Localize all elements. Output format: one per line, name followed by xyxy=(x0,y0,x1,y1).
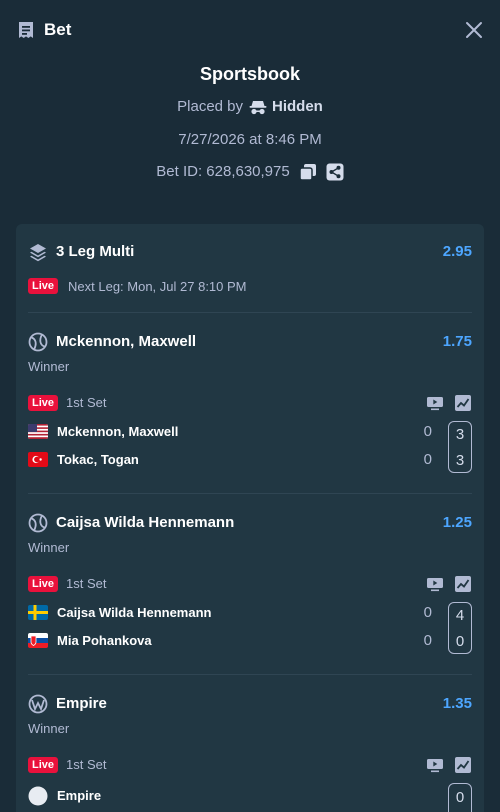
set-score-box: 4 0 xyxy=(448,602,472,654)
period-label: 1st Set xyxy=(66,757,107,772)
esports-icon xyxy=(28,694,48,714)
team-row: Empire xyxy=(28,786,472,806)
modal-title: Bet xyxy=(44,20,72,39)
placed-by-label: Placed by xyxy=(177,98,244,115)
close-icon[interactable] xyxy=(464,20,484,40)
leg-name: Caijsa Wilda Hennemann xyxy=(56,514,235,531)
set-score-box: 0 xyxy=(448,783,472,812)
period-label: 1st Set xyxy=(66,576,107,591)
leg-name: Mckennon, Maxwell xyxy=(56,333,197,350)
sportsbook-title: Sportsbook xyxy=(199,64,300,84)
multi-header: 3 Leg Multi 2.95 xyxy=(28,242,472,262)
set-score: 4 xyxy=(455,607,465,624)
games-score: 0 xyxy=(423,451,432,468)
leg-market: Winner xyxy=(28,721,70,736)
tennis-ball-icon xyxy=(28,513,48,533)
bet-card: 3 Leg Multi 2.95 Live Next Leg: Mon, Jul… xyxy=(16,224,484,812)
layers-icon xyxy=(30,244,46,262)
bet-id-row: Bet ID: 628,630,975 xyxy=(0,161,500,183)
next-leg-row: Live Next Leg: Mon, Jul 27 8:10 PM xyxy=(28,277,247,295)
divider xyxy=(28,674,472,675)
team-row: Caijsa Wilda Hennemann 0 xyxy=(28,603,472,623)
copy-icon[interactable] xyxy=(298,163,317,181)
slovakia-flag-icon xyxy=(28,633,48,648)
placed-by-row: Placed by Hidden xyxy=(0,96,500,118)
live-stream-icon[interactable] xyxy=(426,756,444,774)
team-name: Empire xyxy=(57,788,102,803)
team-row: Tokac, Togan 0 xyxy=(28,450,472,470)
leg-odds: 1.35 xyxy=(442,695,472,712)
leg-name: Empire xyxy=(56,695,107,712)
divider xyxy=(28,493,472,494)
leg-status-row: Live 1st Set xyxy=(28,756,472,774)
team-name: Caijsa Wilda Hennemann xyxy=(57,605,212,620)
bet-date: 7/27/2026 at 8:46 PM xyxy=(178,131,322,148)
placed-by-user: Hidden xyxy=(249,96,323,118)
games-score: 0 xyxy=(423,423,432,440)
share-icon[interactable] xyxy=(326,163,344,181)
next-leg-text: Next Leg: Mon, Jul 27 8:10 PM xyxy=(68,278,247,294)
team-name: Tokac, Togan xyxy=(57,452,139,467)
leg-status-row: Live 1st Set xyxy=(28,394,472,412)
live-badge: Live xyxy=(28,395,59,411)
multi-odds: 2.95 xyxy=(442,243,472,260)
live-badge: Live xyxy=(28,278,59,294)
set-score: 0 xyxy=(455,633,465,650)
set-score: 3 xyxy=(455,426,465,443)
set-score: 0 xyxy=(455,789,465,806)
games-score: 0 xyxy=(423,604,432,621)
incognito-icon xyxy=(249,101,267,115)
bet-header: Bet xyxy=(0,0,500,60)
leg-status-row: Live 1st Set xyxy=(28,575,472,593)
leg-odds: 1.75 xyxy=(442,333,472,350)
leg-market: Winner xyxy=(28,540,70,555)
leg-odds: 1.25 xyxy=(442,514,472,531)
turkey-flag-icon xyxy=(28,452,48,467)
stats-chart-icon[interactable] xyxy=(454,756,472,774)
live-badge: Live xyxy=(28,576,59,592)
us-flag-icon xyxy=(28,424,48,439)
multi-name: 3 Leg Multi xyxy=(56,243,135,260)
period-label: 1st Set xyxy=(66,395,107,410)
team-row: Mia Pohankova 0 xyxy=(28,631,472,651)
stats-chart-icon[interactable] xyxy=(454,575,472,593)
tennis-ball-icon xyxy=(28,332,48,352)
set-score-box: 3 3 xyxy=(448,421,472,473)
games-score: 0 xyxy=(423,632,432,649)
team-name: Mia Pohankova xyxy=(57,633,152,648)
leg-market: Winner xyxy=(28,359,70,374)
live-stream-icon[interactable] xyxy=(426,575,444,593)
placed-by-username: Hidden xyxy=(272,98,323,115)
team-row: Mckennon, Maxwell 0 xyxy=(28,422,472,442)
bet-id: Bet ID: 628,630,975 xyxy=(156,163,290,180)
stats-chart-icon[interactable] xyxy=(454,394,472,412)
sweden-flag-icon xyxy=(28,605,48,620)
live-badge: Live xyxy=(28,757,59,773)
bet-slip-icon xyxy=(19,22,33,38)
divider xyxy=(28,312,472,313)
set-score: 3 xyxy=(455,452,465,469)
team-logo-icon xyxy=(28,786,48,806)
team-name: Mckennon, Maxwell xyxy=(57,424,179,439)
live-stream-icon[interactable] xyxy=(426,394,444,412)
bet-summary: Sportsbook Placed by Hidden 7/27/2026 at… xyxy=(0,62,500,183)
